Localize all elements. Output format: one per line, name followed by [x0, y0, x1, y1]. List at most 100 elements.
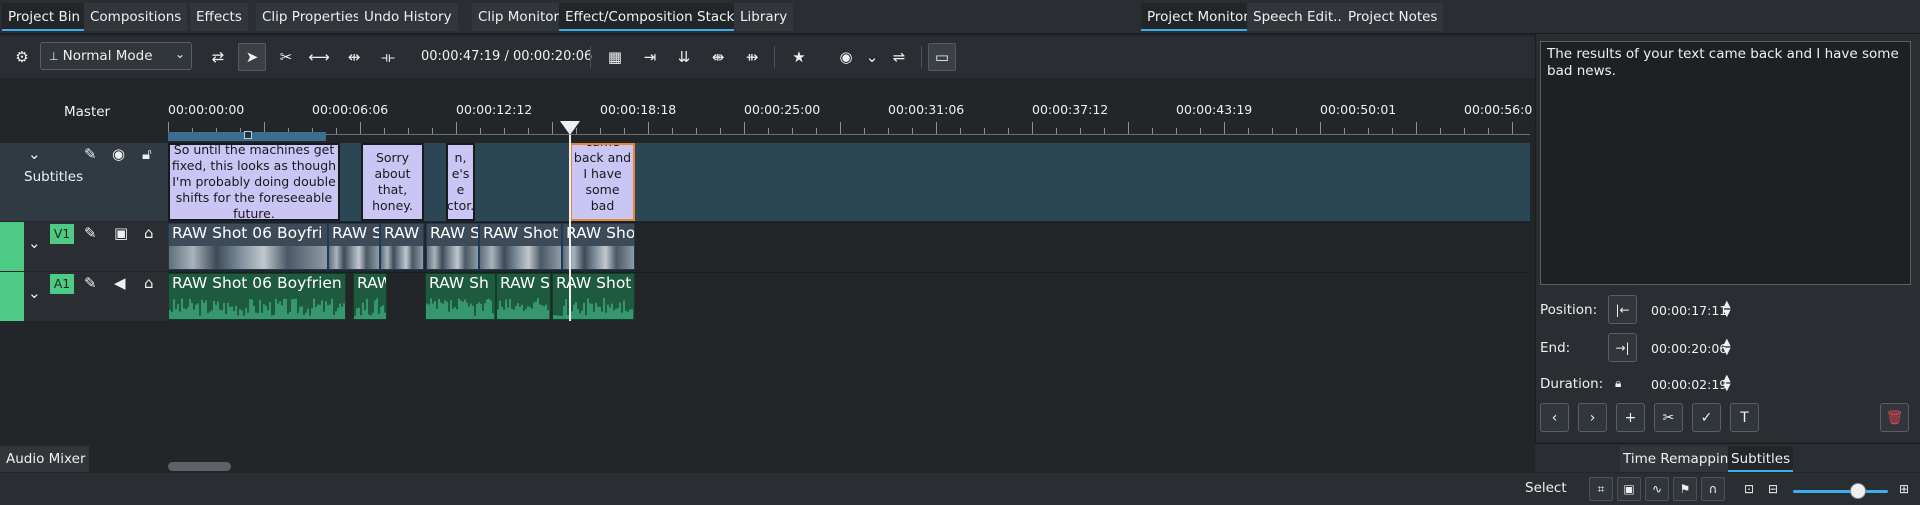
tab-compositions[interactable]: Compositions — [84, 3, 188, 31]
eye-icon[interactable]: ◉ — [112, 145, 125, 163]
flag-icon[interactable]: ⚑ — [1673, 477, 1697, 501]
ripple-tool-icon[interactable]: ⇹ — [340, 43, 368, 71]
tab-speech-editor[interactable]: Speech Edit... — [1247, 3, 1353, 31]
lock-icon[interactable]: 🔓︎ — [142, 145, 152, 163]
tag-icon[interactable]: ⌗ — [1589, 477, 1613, 501]
tab-project-bin[interactable]: Project Bin — [2, 3, 87, 31]
multicam-icon[interactable]: ▦ — [601, 43, 629, 71]
speaker-icon[interactable]: ◀︎ — [114, 274, 126, 292]
add-icon: + — [1624, 409, 1637, 426]
audio-clip[interactable]: RAW — [353, 273, 387, 320]
subtitle-clip-selected[interactable]: came back and I have some bad news. — [570, 143, 635, 221]
lift-icon[interactable]: ⇻ — [738, 43, 766, 71]
timeline-ruler[interactable]: 00:00:00:00 00:00:06:06 00:00:12:12 00:0… — [168, 84, 1532, 138]
toolbar-divider — [774, 46, 775, 68]
tab-effect-composition-stack[interactable]: Effect/Composition Stack — [559, 3, 741, 31]
end-value[interactable]: 00:00:20:06 — [1651, 341, 1727, 356]
delete-subtitle-button[interactable]: 🗑︎ — [1880, 403, 1909, 432]
tab-clip-properties[interactable]: Clip Properties — [256, 3, 367, 31]
zoom-slider-handle[interactable] — [1850, 483, 1866, 499]
select-tool-icon[interactable]: ➤ — [238, 43, 266, 71]
subtitle-text-editor[interactable]: The results of your text came back and I… — [1540, 41, 1911, 285]
favorite-icon[interactable]: ★ — [785, 43, 813, 71]
spacer-tool-icon[interactable]: ⇄ — [204, 43, 232, 71]
magic-wand-icon[interactable]: ✎ — [84, 224, 97, 242]
lock-icon[interactable]: ⌂ — [144, 274, 154, 292]
razor-tool-icon[interactable]: ✂ — [272, 43, 300, 71]
video-clip[interactable]: RAW S — [328, 223, 380, 270]
tab-project-monitor[interactable]: Project Monitor — [1141, 3, 1255, 31]
ruler-tick — [720, 128, 721, 134]
edit-mode-select[interactable]: ⊥ Normal Mode ⌄ — [40, 42, 192, 70]
settings-sliders-icon[interactable]: ⚙ — [8, 43, 36, 71]
subtitle-toggle-icon[interactable]: ▭ — [928, 43, 956, 71]
duration-spinner[interactable]: ▲ ▼ — [1723, 374, 1731, 393]
tab-project-notes[interactable]: Project Notes — [1342, 3, 1444, 31]
overwrite-icon[interactable]: ⇊ — [670, 43, 698, 71]
insert-icon[interactable]: ⇥ — [636, 43, 664, 71]
set-end-button[interactable]: →| — [1608, 333, 1637, 362]
film-icon[interactable]: ▣ — [1617, 477, 1641, 501]
magic-wand-icon[interactable]: ✎ — [84, 145, 97, 163]
v1-track-tag[interactable]: V1 — [50, 224, 74, 244]
zoom-out-icon[interactable]: ⊟ — [1761, 477, 1785, 501]
preview-render-icon[interactable]: ◉ — [832, 43, 860, 71]
ruler-baseline — [168, 134, 1530, 135]
collapse-chevron-icon[interactable]: ⌄ — [28, 145, 41, 163]
collapse-chevron-icon[interactable]: ⌄ — [28, 234, 41, 252]
playhead-line — [569, 135, 571, 321]
style-subtitle-button[interactable]: T — [1730, 403, 1759, 432]
fit-zoom-icon[interactable]: ⊡ — [1737, 477, 1761, 501]
audio-clip[interactable]: RAW Shot — [552, 273, 635, 320]
duration-value[interactable]: 00:00:02:19 — [1651, 377, 1727, 392]
playhead-handle[interactable] — [560, 121, 580, 135]
split-subtitle-button[interactable]: ✂ — [1654, 403, 1683, 432]
video-clip[interactable]: RAW Sho — [562, 223, 635, 270]
position-spinner[interactable]: ▲ ▼ — [1723, 300, 1731, 319]
film-icon[interactable]: ▣ — [114, 224, 128, 242]
tab-time-remapping[interactable]: Time Remapping — [1620, 446, 1740, 472]
tab-subtitles[interactable]: Subtitles — [1728, 446, 1794, 472]
lock-icon[interactable]: ⌂ — [144, 224, 154, 242]
apply-subtitle-button[interactable]: ✓ — [1692, 403, 1721, 432]
magnet-icon[interactable]: ∩ — [1701, 477, 1725, 501]
chevron-down-icon[interactable]: ⌄ — [858, 43, 886, 71]
tab-library[interactable]: Library — [734, 3, 794, 31]
subtitle-clip[interactable]: Sorry about that, honey. — [361, 143, 424, 221]
video-clip[interactable]: RAW — [380, 223, 424, 270]
audio-clip[interactable]: RAW Shot 06 Boyfrien — [168, 273, 346, 320]
mix-icon[interactable]: ⇌ — [885, 43, 913, 71]
audio-clip[interactable]: RAW S — [496, 273, 551, 320]
magic-wand-icon[interactable]: ✎ — [84, 274, 97, 292]
next-subtitle-button[interactable]: › — [1578, 403, 1607, 432]
tab-effects[interactable]: Effects — [190, 3, 248, 31]
extract-icon[interactable]: ⇼ — [704, 43, 732, 71]
zoom-in-icon[interactable]: ⊞ — [1892, 477, 1916, 501]
collapse-chevron-icon[interactable]: ⌄ — [28, 284, 41, 302]
a1-track-tag[interactable]: A1 — [50, 274, 74, 294]
ruler-label: 00:00:37:12 — [1032, 102, 1109, 117]
waveform-icon[interactable]: ∿ — [1645, 477, 1669, 501]
slip-tool-icon[interactable]: ⟷ — [305, 43, 333, 71]
subtitle-clip[interactable]: n, e's e ctor. — [446, 143, 475, 221]
video-clip[interactable]: RAW Shot — [479, 223, 562, 270]
tab-audio-mixer[interactable]: Audio Mixer — [0, 446, 89, 472]
zoom-slider-track[interactable] — [1793, 490, 1888, 493]
tab-clip-monitor[interactable]: Clip Monitor — [472, 3, 566, 31]
subtitle-clip[interactable]: So until the machines get fixed, this lo… — [168, 143, 340, 221]
previous-icon: ‹ — [1551, 409, 1558, 426]
lock-icon[interactable]: 🔒︎ — [1615, 376, 1621, 391]
end-spinner[interactable]: ▲ ▼ — [1723, 338, 1731, 357]
audio-clip[interactable]: RAW Sh — [425, 273, 496, 320]
mode-icon: ⊥ — [49, 49, 59, 63]
video-clip[interactable]: RAW Shot 06 Boyfri — [168, 223, 328, 270]
video-clip[interactable]: RAW S — [426, 223, 479, 270]
set-position-button[interactable]: |← — [1608, 295, 1637, 324]
tab-undo-history[interactable]: Undo History — [358, 3, 458, 31]
previous-subtitle-button[interactable]: ‹ — [1540, 403, 1569, 432]
timeline-scrollbar[interactable] — [168, 462, 231, 471]
zone-handle[interactable] — [244, 131, 252, 139]
slide-tool-icon[interactable]: ⟛ — [374, 43, 402, 71]
position-value[interactable]: 00:00:17:11 — [1651, 303, 1727, 318]
add-subtitle-button[interactable]: + — [1616, 403, 1645, 432]
